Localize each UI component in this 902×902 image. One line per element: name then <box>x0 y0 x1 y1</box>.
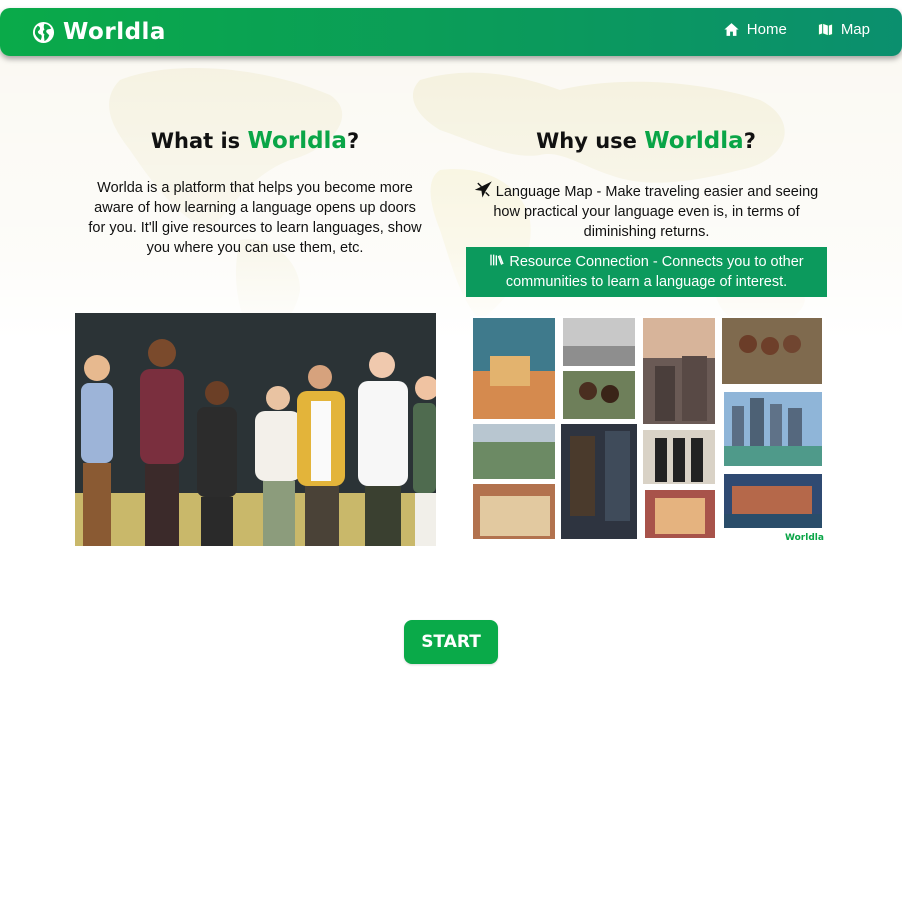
nav-map-label: Map <box>840 21 870 38</box>
top-navbar: Worldla Home Map <box>0 8 902 56</box>
brand[interactable]: Worldla <box>32 19 166 45</box>
nav-links: Home Map <box>723 21 870 38</box>
globe-icon <box>32 21 55 43</box>
home-icon <box>724 23 739 36</box>
team-photo <box>75 313 436 546</box>
brand-name: Worldla <box>63 19 166 45</box>
why-title-suffix: ? <box>743 129 756 153</box>
feature-resource-connection-text: Resource Connection - Connects you to ot… <box>505 254 804 290</box>
books-icon <box>490 254 505 266</box>
why-title-prefix: Why use <box>536 129 645 153</box>
about-title: What is Worldla? <box>75 128 435 154</box>
travel-photo-collage <box>470 316 826 548</box>
nav-home-link[interactable]: Home <box>723 21 787 38</box>
feature-language-map-text: Language Map - Make traveling easier and… <box>493 184 819 240</box>
map-icon <box>817 22 833 37</box>
nav-map-link[interactable]: Map <box>817 21 870 38</box>
collage-watermark: Worldla <box>785 533 824 543</box>
feature-resource-connection: Resource Connection - Connects you to ot… <box>466 247 827 297</box>
airplane-icon <box>474 181 492 198</box>
about-title-brand: Worldla <box>247 128 347 154</box>
start-button[interactable]: START <box>404 620 498 664</box>
why-title: Why use Worldla? <box>466 128 826 154</box>
about-description: Worlda is a platform that helps you beco… <box>88 180 422 256</box>
about-title-prefix: What is <box>150 129 248 153</box>
nav-home-label: Home <box>746 21 787 38</box>
about-title-suffix: ? <box>346 129 360 153</box>
feature-language-map: Language Map - Make traveling easier and… <box>466 181 827 242</box>
why-title-brand: Worldla <box>644 128 744 154</box>
